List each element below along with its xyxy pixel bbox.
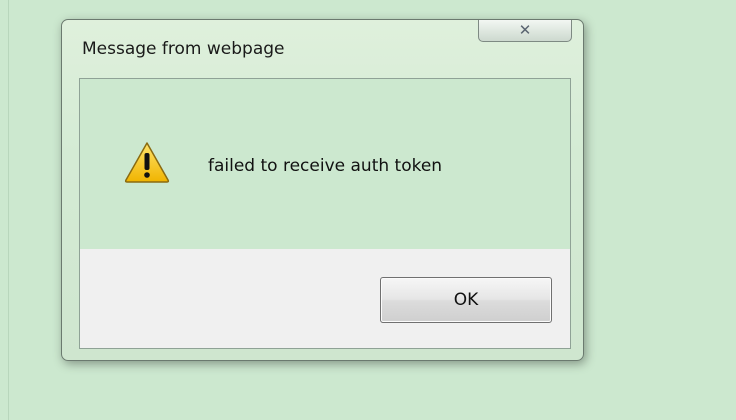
message-text: failed to receive auth token [208, 156, 443, 176]
dialog-body: failed to receive auth token OK [79, 78, 571, 349]
close-button[interactable]: ✕ [478, 20, 572, 42]
page-background-edge [0, 0, 9, 420]
message-area: failed to receive auth token [80, 79, 570, 249]
dialog-titlebar[interactable]: Message from webpage ✕ [62, 20, 583, 78]
dialog-title: Message from webpage [82, 39, 285, 59]
close-icon: ✕ [518, 21, 532, 39]
warning-icon [124, 142, 170, 183]
alert-dialog: Message from webpage ✕ failed to receive… [61, 19, 584, 361]
button-panel: OK [80, 249, 570, 348]
ok-button[interactable]: OK [380, 277, 552, 323]
